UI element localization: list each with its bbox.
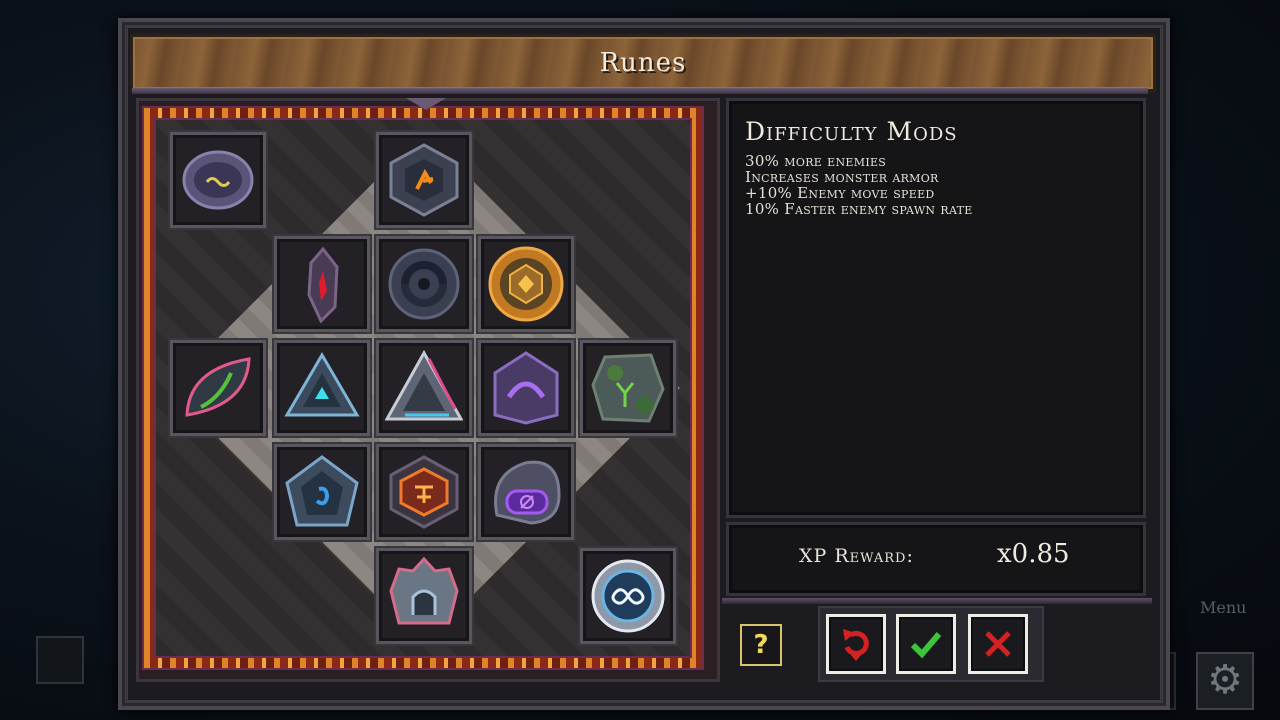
infinity-orb-rune-icon [591,559,665,633]
crown-stone-rune-icon [389,557,459,625]
page-title: Runes [599,48,687,78]
menu-hint: Menu [1200,598,1247,617]
purple-arch-rune-icon [493,351,559,425]
blue-hook-rune-icon [285,455,359,527]
rune-slot-orange-glyph[interactable] [376,132,472,228]
rune-slot-gold-sun[interactable] [478,236,574,332]
gear-icon[interactable]: ⚙ [1196,652,1254,710]
rune-slot-purple-wave[interactable] [170,132,266,228]
help-button[interactable]: ? [740,624,782,666]
green-leaf-rune-icon [185,357,251,417]
rune-slot-mossy-stone[interactable] [580,340,676,436]
rune-slot-fire-hex[interactable] [376,444,472,540]
red-crystal-rune-icon [307,246,339,323]
mossy-stone-rune-icon [591,353,665,423]
mod-item: Increases monster armor [745,168,939,186]
cancel-button[interactable] [968,614,1028,674]
rune-slot-prism-triangle[interactable] [376,340,472,436]
orange-glyph-rune-icon [389,143,459,217]
mod-list: 30% more enemies Increases monster armor… [745,153,973,217]
purple-null-rune-icon [494,460,561,525]
question-mark-icon: ? [753,630,769,660]
rune-slot-dark-circle[interactable] [376,236,472,332]
checkmark-icon [910,632,942,659]
reset-arrow-icon [843,629,869,661]
gold-sun-rune-icon [488,246,564,322]
rune-slot-purple-arch[interactable] [478,340,574,436]
purple-wave-rune-icon [182,150,254,210]
reset-button[interactable] [826,614,886,674]
mod-item: +10% Enemy move speed [745,184,935,202]
action-divider [722,598,1152,604]
difficulty-mods-title: Difficulty Mods [745,117,958,146]
difficulty-mods-panel: Difficulty Mods 30% more enemies Increas… [726,98,1146,518]
rune-slot-cyan-arrow[interactable] [274,340,370,436]
rune-slot-purple-null[interactable] [478,444,574,540]
mod-item: 10% Faster enemy spawn rate [745,200,973,218]
rune-slot-infinity-orb[interactable] [580,548,676,644]
background-slot-left [36,636,84,684]
xp-reward-panel: XP Reward: x0.85 [726,522,1146,596]
dark-circle-rune-icon [388,248,460,320]
runes-header: Runes [130,34,1156,92]
rune-slot-blue-hook[interactable] [274,444,370,540]
rune-slot-crown-stone[interactable] [376,548,472,644]
confirm-button[interactable] [896,614,956,674]
prism-triangle-rune-icon [385,349,463,421]
fire-hex-rune-icon [389,455,459,529]
xp-reward-value: x0.85 [997,539,1070,569]
rune-slot-red-crystal[interactable] [274,236,370,332]
x-close-icon [985,631,1011,657]
rune-slot-green-leaf[interactable] [170,340,266,436]
mod-item: 30% more enemies [745,152,887,170]
header-divider [132,88,1148,94]
xp-reward-label: XP Reward: [799,545,914,567]
cyan-arrow-rune-icon [284,352,360,417]
